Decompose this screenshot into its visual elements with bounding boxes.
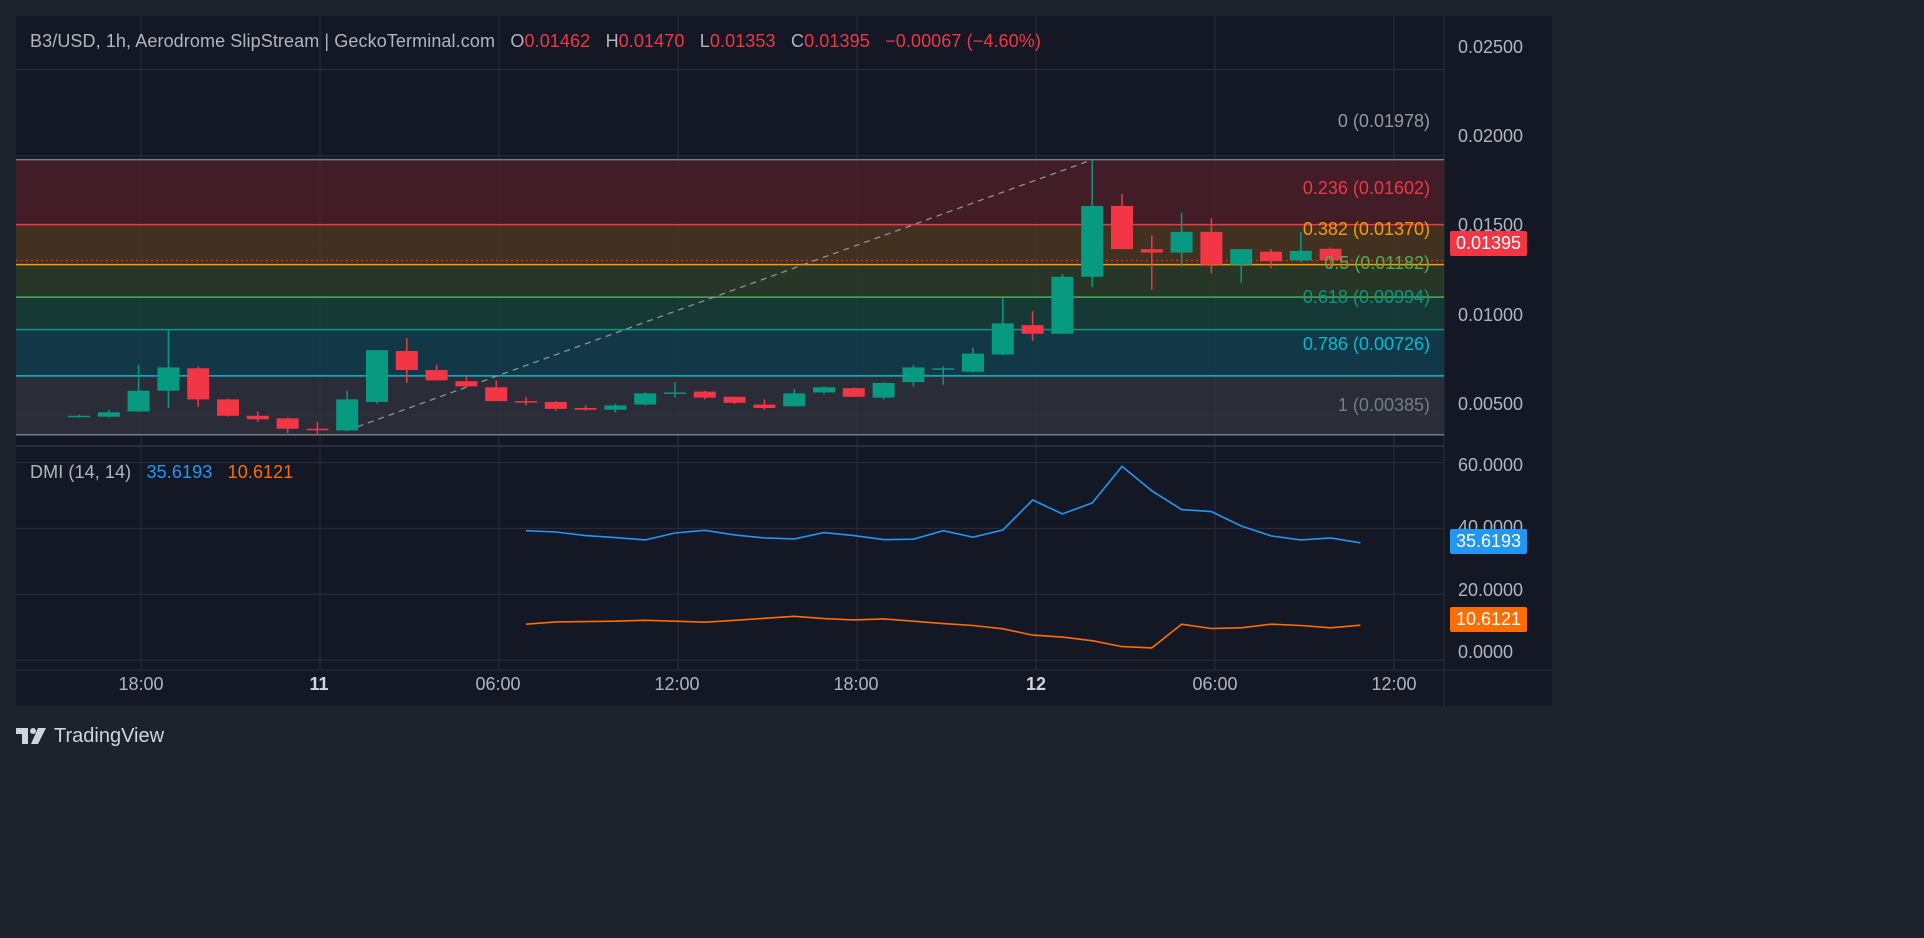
- symbol-title: B3/USD, 1h, Aerodrome SlipStream | Gecko…: [30, 31, 496, 51]
- candle-body: [1289, 250, 1312, 261]
- time-label: 12: [1025, 674, 1047, 694]
- time-label: 11: [309, 674, 329, 694]
- fib-band: [16, 297, 1444, 330]
- change-value: −0.00067 (−4.60%): [885, 31, 1041, 51]
- time-label: 18:00: [833, 674, 879, 694]
- candle-body: [1111, 205, 1133, 250]
- candle-body: [246, 415, 269, 420]
- candle-body: [157, 367, 180, 391]
- time-label: 12:00: [1371, 674, 1417, 694]
- high-value: 0.01470: [618, 31, 685, 51]
- candle-body: [515, 401, 537, 403]
- candle-body: [902, 367, 925, 383]
- high-label: H: [605, 31, 619, 51]
- fib-label-0786: 0.786 (0.00726): [1302, 334, 1430, 354]
- symbol-legend: B3/USD, 1h, Aerodrome SlipStream | Gecko…: [30, 31, 1041, 52]
- candle-body: [693, 391, 716, 398]
- candle-body: [1140, 249, 1163, 253]
- candle-body: [664, 392, 686, 394]
- candle-body: [544, 401, 567, 409]
- low-label: L: [699, 31, 710, 51]
- price-tick-label: 0.02000: [1458, 126, 1524, 146]
- dmi-tick-label: 60.0000: [1458, 455, 1524, 475]
- plus-di-line: [525, 465, 1361, 544]
- candle-body: [753, 404, 776, 409]
- low-value: 0.01353: [709, 31, 776, 51]
- close-label: C: [790, 31, 805, 51]
- fib-label-1: 1 (0.00385): [1337, 395, 1430, 415]
- time-label: 18:00: [118, 674, 164, 694]
- fib-label-0618: 0.618 (0.00994): [1302, 287, 1430, 307]
- price-tick-label: 0.02500: [1458, 37, 1524, 57]
- dmi-title: DMI (14, 14): [30, 462, 132, 482]
- candle-body: [872, 382, 895, 398]
- candle-body: [1230, 249, 1253, 265]
- candle-body: [127, 390, 150, 412]
- fib-band: [16, 329, 1444, 376]
- candle-body: [97, 412, 120, 417]
- dmi-minus-value: 10.6121: [227, 462, 294, 482]
- dmi-tick-label: 20.0000: [1458, 580, 1524, 600]
- candle-body: [634, 393, 657, 405]
- candle-body: [217, 399, 239, 416]
- last-price-tag: 0.01395: [1450, 231, 1528, 256]
- fib-label-05: 0.5 (0.01182): [1324, 253, 1430, 273]
- candle-body: [574, 408, 597, 410]
- fib-band: [16, 264, 1444, 298]
- tradingview-brand[interactable]: TradingView: [16, 724, 164, 748]
- dmi-plus-value: 35.6193: [146, 462, 213, 482]
- dmi-legend: DMI (14, 14) 35.6193 10.6121: [30, 462, 293, 483]
- candle-body: [395, 351, 418, 371]
- candle-body: [1200, 231, 1223, 265]
- candle-body: [306, 428, 329, 431]
- minus-di-tag: 10.6121: [1450, 607, 1528, 632]
- candle-body: [1170, 231, 1193, 253]
- candle-body: [1260, 251, 1282, 262]
- candle-body: [842, 388, 865, 397]
- price-tick-label: 0.00500: [1458, 394, 1524, 414]
- fib-label-0: 0 (0.01978): [1337, 111, 1430, 131]
- time-label: 12:00: [654, 674, 700, 694]
- candle-body: [723, 396, 746, 403]
- candle-body: [276, 418, 299, 429]
- candle-body: [604, 405, 627, 410]
- candle-body: [425, 370, 448, 381]
- tradingview-logo-icon: [16, 728, 46, 744]
- brand-name: TradingView: [54, 724, 165, 747]
- dmi-tick-label: 0.0000: [1458, 642, 1514, 662]
- close-value: 0.01395: [804, 31, 870, 51]
- candle-body: [68, 415, 90, 418]
- fib-band: [16, 159, 1444, 225]
- plus-di-tag: 35.6193: [1450, 529, 1528, 554]
- price-tick-label: 0.01000: [1458, 305, 1524, 325]
- chart-canvas[interactable]: [16, 16, 1552, 706]
- candle-body: [932, 368, 955, 370]
- open-label: O: [510, 31, 525, 51]
- candle-body: [455, 381, 478, 387]
- time-label: 06:00: [1192, 674, 1238, 694]
- candle-body: [783, 393, 806, 407]
- candle-body: [962, 353, 984, 372]
- candle-body: [336, 399, 359, 431]
- candle-body: [1081, 205, 1104, 277]
- time-label: 06:00: [475, 674, 521, 694]
- candle-body: [813, 387, 835, 393]
- fib-label-0382: 0.382 (0.01370): [1302, 219, 1430, 239]
- candle-body: [485, 387, 508, 402]
- minus-di-line: [525, 615, 1361, 649]
- candle-body: [187, 368, 210, 400]
- candle-body: [991, 323, 1014, 355]
- candle-body: [1021, 325, 1044, 334]
- fib-band: [16, 224, 1444, 265]
- open-value: 0.01462: [524, 31, 591, 51]
- candle-body: [1051, 276, 1074, 334]
- fib-label-0236: 0.236 (0.01602): [1302, 178, 1430, 198]
- candle-body: [366, 350, 388, 402]
